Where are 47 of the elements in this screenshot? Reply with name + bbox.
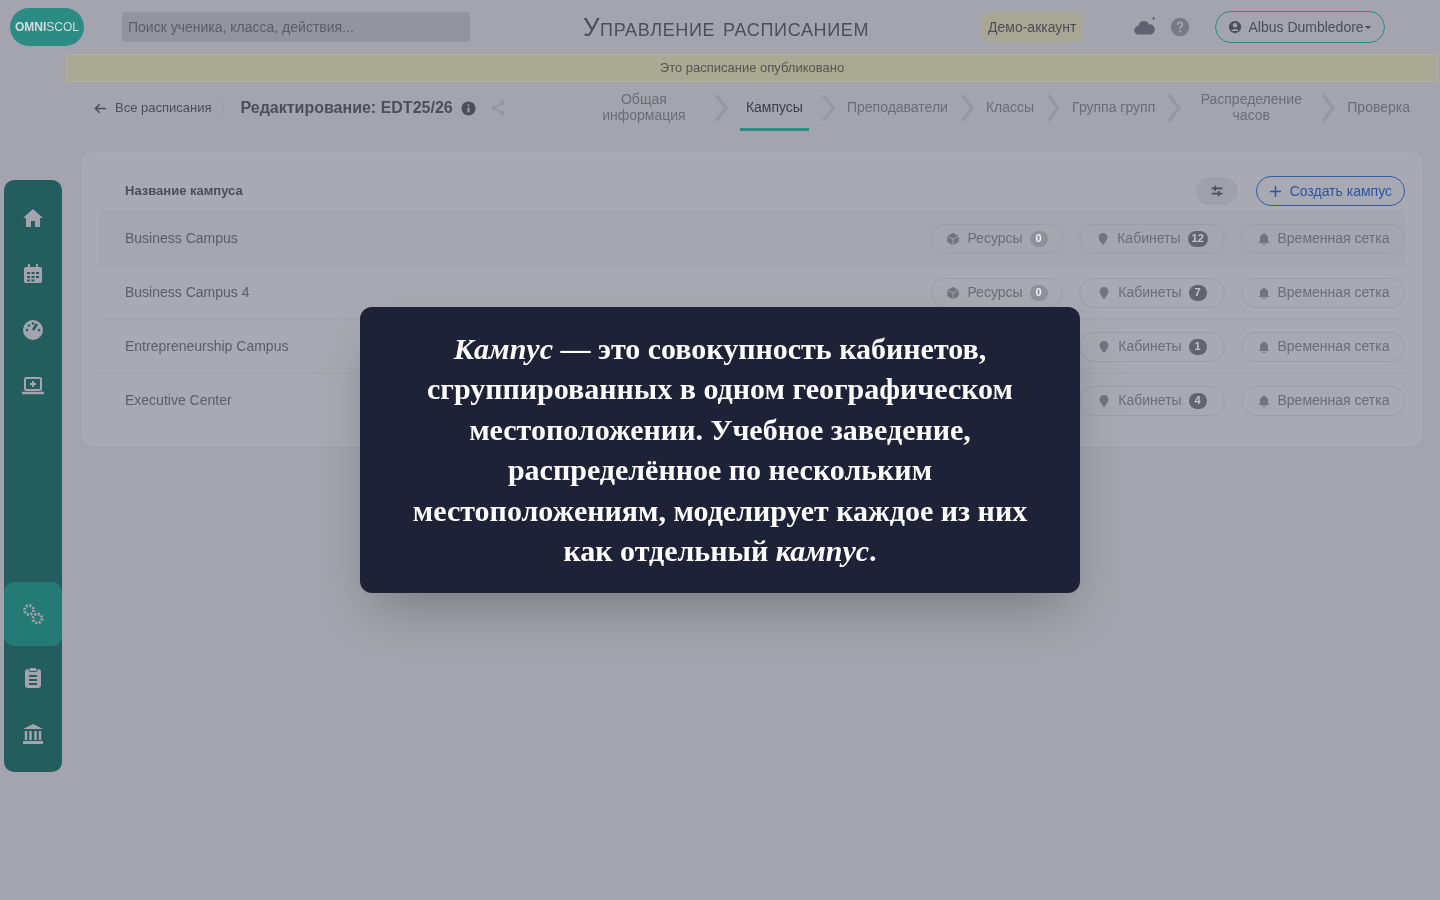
step-tab[interactable]: Группа групп bbox=[1072, 85, 1156, 131]
plus-icon bbox=[1268, 184, 1282, 198]
count-badge: 12 bbox=[1187, 230, 1208, 247]
bell-icon bbox=[1256, 339, 1271, 354]
bell-icon bbox=[1256, 393, 1271, 408]
info-icon bbox=[460, 100, 476, 116]
count-badge: 4 bbox=[1188, 392, 1207, 409]
step-tab[interactable]: Кампусы bbox=[739, 85, 809, 131]
bank-icon bbox=[21, 722, 45, 746]
user-icon bbox=[1228, 20, 1243, 34]
gauge-icon bbox=[21, 318, 45, 342]
campus-name: Business Campus 4 bbox=[125, 283, 250, 302]
demo-badge: Демо-аккаунт bbox=[982, 12, 1083, 42]
arrow-left-icon bbox=[94, 101, 107, 115]
cube-icon bbox=[946, 285, 961, 300]
count-badge: 1 bbox=[1188, 338, 1207, 355]
count-badge: 7 bbox=[1188, 284, 1207, 301]
back-link[interactable]: Все расписания bbox=[94, 93, 225, 123]
step-tab[interactable]: Преподаватели bbox=[846, 85, 948, 131]
step-tab[interactable]: Классы bbox=[985, 85, 1035, 131]
bell-icon bbox=[1256, 231, 1271, 246]
step-tab[interactable]: Проверка bbox=[1347, 85, 1410, 131]
campus-name: Business Campus bbox=[125, 229, 238, 248]
bell-icon bbox=[1256, 285, 1271, 300]
page-title: Управление расписанием bbox=[581, 10, 871, 44]
home-icon bbox=[21, 206, 45, 230]
column-header: Название кампуса bbox=[125, 182, 243, 201]
tooltip-text: Кампус — это совокупность кабинетов, сгруппированных в одном географическом местоположении. Учебное заведение, распределённое по нескольким местоположениям, моделирует каждое из них как отдельный кампус. bbox=[411, 330, 1029, 569]
sidebar-item[interactable] bbox=[4, 582, 62, 646]
sliders-icon bbox=[1209, 184, 1224, 198]
campus-name: Entrepreneurship Campus bbox=[125, 337, 289, 356]
search-field[interactable]: Поиск ученика, класса, действия... bbox=[122, 12, 470, 42]
filter-button[interactable] bbox=[1195, 177, 1238, 205]
published-banner: Это расписание опубликовано bbox=[66, 54, 1438, 82]
logo-text: SCOL bbox=[46, 19, 79, 36]
count-badge: 0 bbox=[1029, 230, 1048, 247]
campus-name: Executive Center bbox=[125, 391, 232, 410]
calendar-icon bbox=[21, 262, 45, 286]
cube-icon bbox=[946, 231, 961, 246]
logo[interactable]: OMNISCOL bbox=[10, 8, 84, 46]
caret-icon bbox=[1363, 24, 1372, 30]
count-badge: 0 bbox=[1029, 284, 1048, 301]
help-icon[interactable] bbox=[1169, 16, 1192, 38]
edit-title: Редактирование: EDT25/26 bbox=[240, 98, 453, 118]
step-tab[interactable]: Общая информация bbox=[585, 85, 702, 131]
step-tab[interactable]: Распределение часов bbox=[1193, 85, 1310, 131]
logo-text: OMNI bbox=[15, 19, 47, 36]
